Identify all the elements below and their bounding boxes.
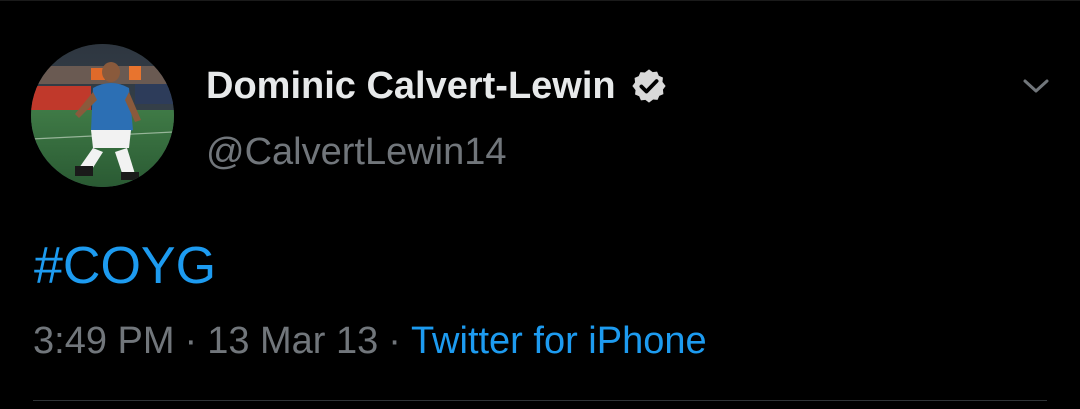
tweet-source-link[interactable]: Twitter for iPhone [411,320,707,362]
tweet-date[interactable]: 13 Mar 13 [207,320,378,362]
meta-separator: · [184,320,198,362]
more-options-button[interactable] [1014,64,1058,108]
tweet-metadata: 3:49 PM · 13 Mar 13 · Twitter for iPhone [33,318,707,364]
chevron-down-icon [1023,79,1049,93]
profile-photo-icon [31,44,174,187]
author-display-name[interactable]: Dominic Calvert-Lewin [206,64,668,108]
bottom-divider [33,400,1047,401]
tweet-time[interactable]: 3:49 PM [33,320,175,362]
tweet: Dominic Calvert-Lewin @CalvertLewin14 #C… [0,0,1080,409]
display-name-text: Dominic Calvert-Lewin [206,65,616,107]
tweet-text: #COYG [34,236,216,296]
hashtag-link[interactable]: #COYG [34,237,216,295]
verified-badge-icon [630,67,668,105]
author-handle[interactable]: @CalvertLewin14 [206,130,507,174]
meta-separator: · [388,320,401,362]
avatar[interactable] [31,44,174,187]
